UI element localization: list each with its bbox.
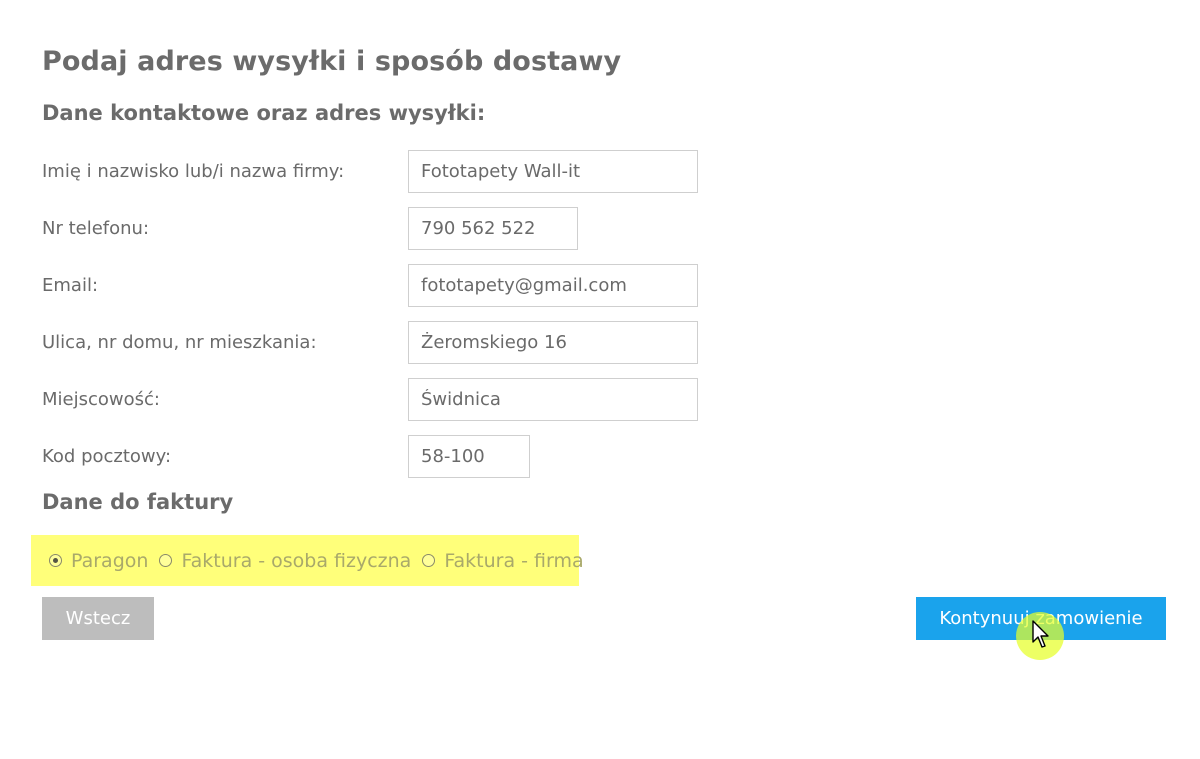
email-input[interactable] <box>408 264 698 307</box>
email-label: Email: <box>42 275 99 296</box>
street-row: Ulica, nr domu, nr mieszkania: <box>42 321 742 364</box>
phone-input[interactable] <box>408 207 578 250</box>
radio-faktura-firma[interactable]: Faktura - firma <box>422 549 584 572</box>
invoice-type-radio-group: Paragon Faktura - osoba fizyczna Faktura… <box>31 535 584 586</box>
zip-input[interactable] <box>408 435 530 478</box>
city-row: Miejscowość: <box>42 378 742 421</box>
radio-checked-icon[interactable] <box>49 554 62 567</box>
radio-paragon-label: Paragon <box>71 549 149 572</box>
invoice-section-title: Dane do faktury <box>42 490 234 514</box>
zip-label: Kod pocztowy: <box>42 446 172 467</box>
radio-paragon[interactable]: Paragon <box>49 550 148 572</box>
radio-unchecked-icon[interactable] <box>422 554 436 567</box>
zip-row: Kod pocztowy: <box>42 435 742 478</box>
email-row: Email: <box>42 264 742 307</box>
continue-order-button[interactable]: Kontynuuj zamowienie <box>916 597 1166 640</box>
page-title: Podaj adres wysyłki i sposób dostawy <box>42 46 622 77</box>
street-input[interactable] <box>408 321 698 364</box>
radio-faktura-osoba[interactable]: Faktura - osoba fizyczna <box>159 550 411 572</box>
city-input[interactable] <box>408 378 698 421</box>
name-label: Imię i nazwisko lub/i nazwa firmy: <box>42 161 345 182</box>
radio-faktura-firma-label: Faktura - firma <box>444 549 584 572</box>
phone-row: Nr telefonu: <box>42 207 742 250</box>
back-button[interactable]: Wstecz <box>42 597 154 640</box>
name-input[interactable] <box>408 150 698 193</box>
radio-unchecked-icon[interactable] <box>159 554 173 567</box>
contact-section-title: Dane kontaktowe oraz adres wysyłki: <box>42 101 486 125</box>
phone-label: Nr telefonu: <box>42 218 150 239</box>
radio-faktura-osoba-label: Faktura - osoba fizyczna <box>181 549 412 572</box>
city-label: Miejscowość: <box>42 389 160 410</box>
street-label: Ulica, nr domu, nr mieszkania: <box>42 332 317 353</box>
name-row: Imię i nazwisko lub/i nazwa firmy: <box>42 150 742 193</box>
